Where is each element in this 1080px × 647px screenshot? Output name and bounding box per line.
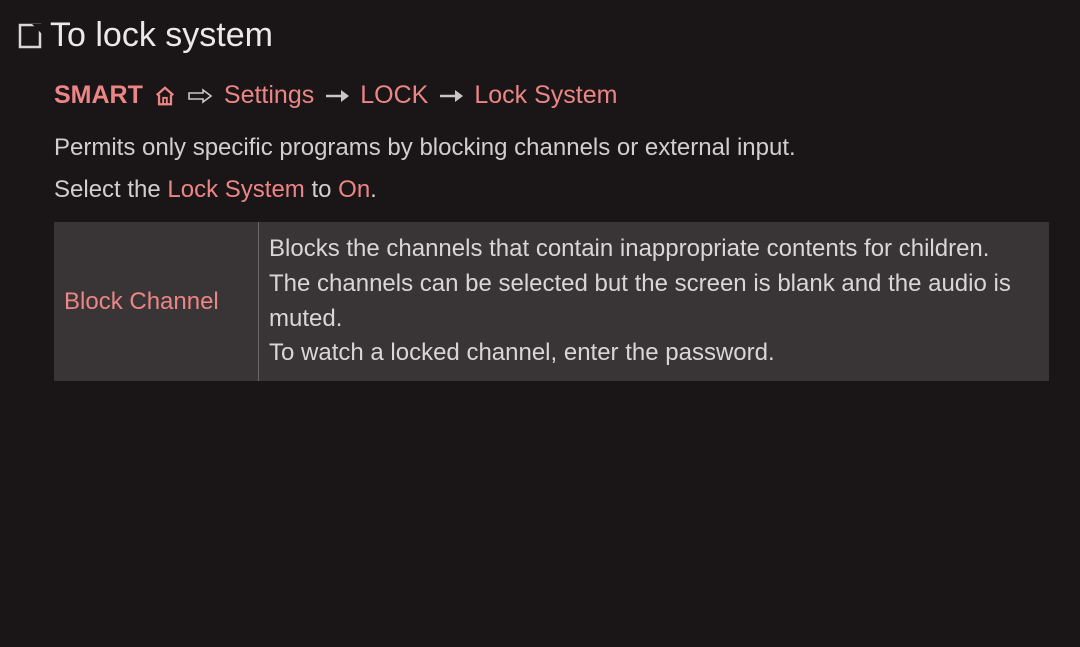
arrow-right-icon [323, 89, 351, 103]
breadcrumb-smart: SMART [54, 81, 143, 110]
instruction-suffix: . [370, 176, 377, 203]
arrow-hollow-icon [185, 88, 215, 104]
instruction-highlight-1: Lock System [167, 176, 304, 203]
option-desc-line1: Blocks the channels that contain inappro… [269, 232, 1035, 336]
option-desc-line2: To watch a locked channel, enter the pas… [269, 336, 1035, 371]
description-text: Permits only specific programs by blocki… [54, 130, 1062, 166]
instruction-highlight-2: On [338, 176, 370, 203]
breadcrumb-lock-system: Lock System [474, 81, 617, 110]
page-title: To lock system [50, 16, 273, 55]
option-table: Block Channel Blocks the channels that c… [54, 222, 1049, 381]
arrow-right-icon [437, 89, 465, 103]
breadcrumb-settings: Settings [224, 81, 314, 110]
table-label-cell: Block Channel [54, 222, 259, 381]
document-icon [18, 22, 42, 50]
instruction-prefix: Select the [54, 176, 167, 203]
table-desc-cell: Blocks the channels that contain inappro… [259, 222, 1049, 381]
instruction-text: Select the Lock System to On. [54, 176, 1062, 204]
home-icon [154, 85, 176, 107]
content-area: SMART Settings LOCK [0, 81, 1080, 381]
title-row: To lock system [0, 16, 1080, 55]
instruction-mid: to [305, 176, 338, 203]
option-label: Block Channel [64, 288, 219, 316]
help-page: To lock system SMART Settings [0, 0, 1080, 381]
breadcrumb-lock: LOCK [360, 81, 428, 110]
breadcrumb: SMART Settings LOCK [54, 81, 1062, 110]
